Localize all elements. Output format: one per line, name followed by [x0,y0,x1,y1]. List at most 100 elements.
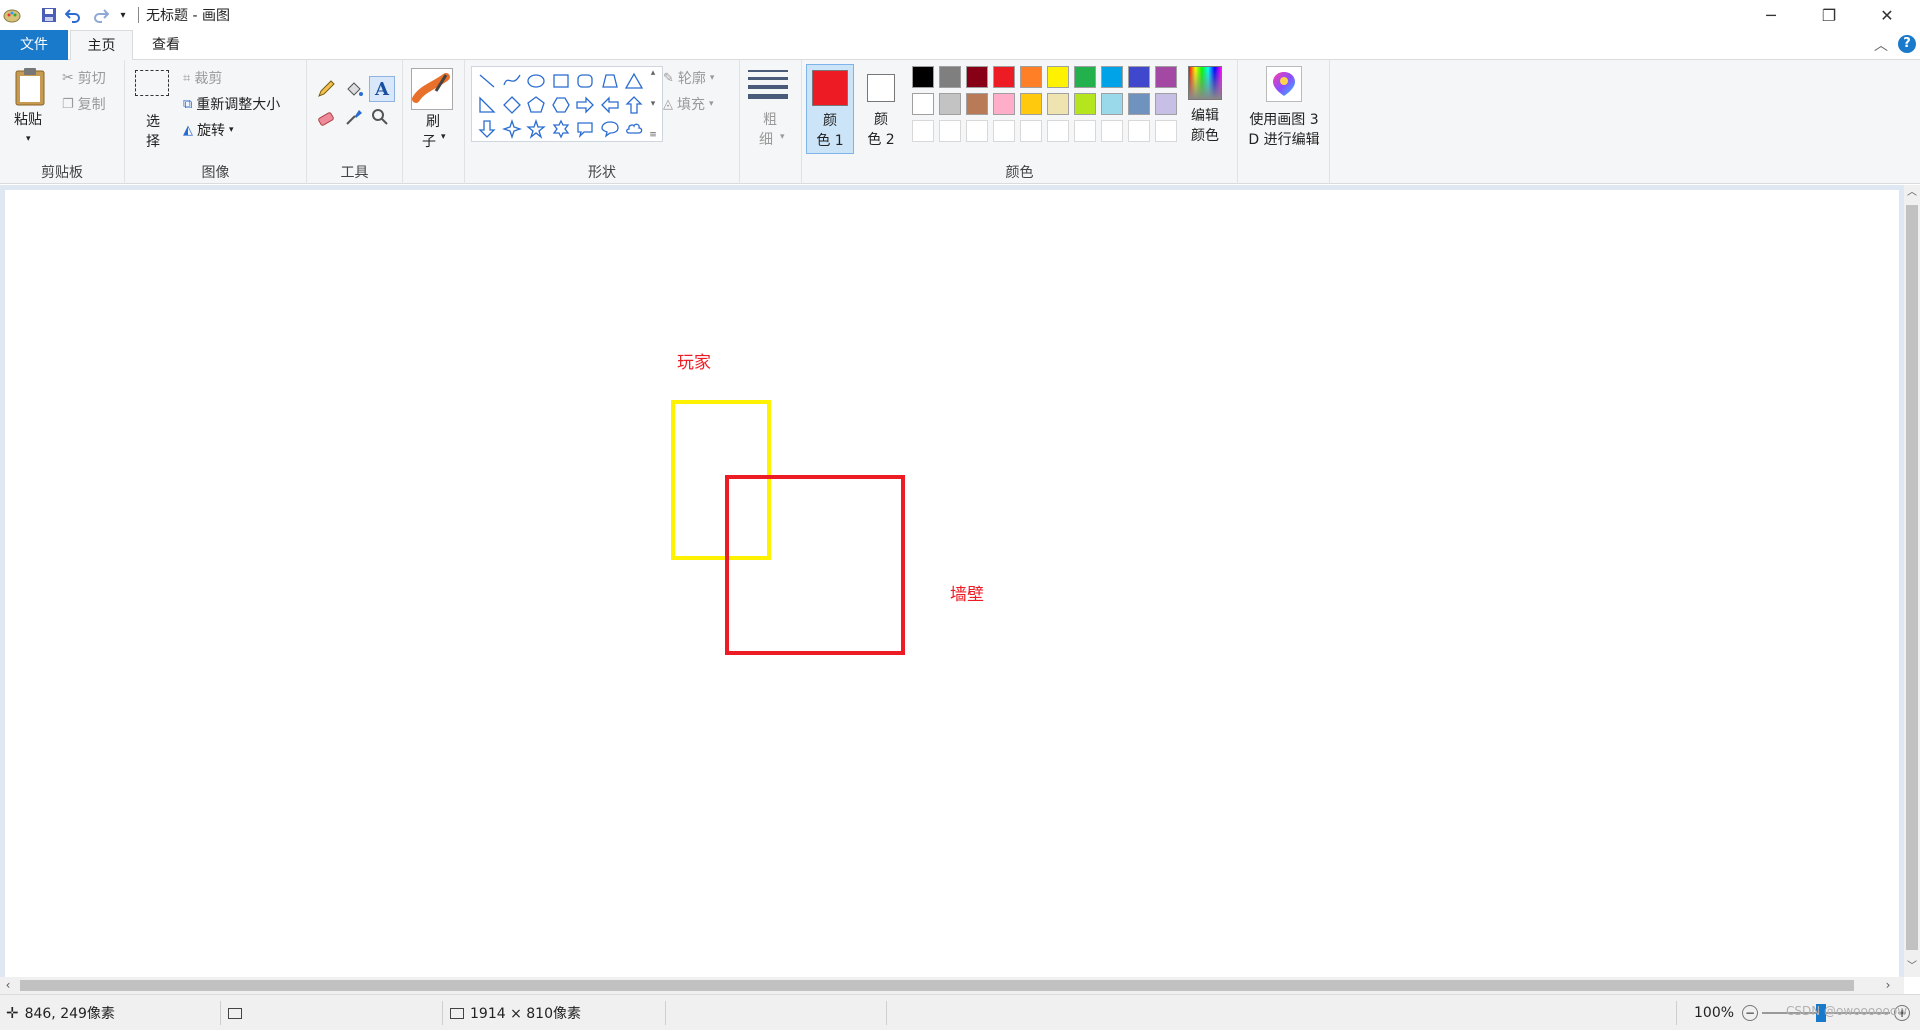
palette-color-swatch[interactable] [1074,66,1096,88]
rotate-button[interactable]: ◭ 旋转 ▾ [183,120,234,140]
triangle-shape-icon[interactable] [623,70,645,92]
palette-color-swatch[interactable] [1101,66,1123,88]
tab-home[interactable]: 主页 [70,30,133,61]
palette-color-swatch[interactable] [966,66,988,88]
tab-file[interactable]: 文件 [0,30,68,60]
palette-color-swatch[interactable] [1047,66,1069,88]
select-button[interactable]: 选 择 [133,70,173,160]
scroll-right-icon[interactable]: › [1880,977,1896,994]
right-triangle-shape-icon[interactable] [476,94,498,116]
copy-button[interactable]: ❐ 复制 [62,94,106,114]
palette-custom-slot[interactable] [912,120,934,142]
palette-custom-slot[interactable] [1074,120,1096,142]
oval-shape-icon[interactable] [525,70,547,92]
palette-color-swatch[interactable] [993,93,1015,115]
customize-toolbar-chevron-icon[interactable]: ▾ [116,5,130,25]
palette-color-swatch[interactable] [912,93,934,115]
scroll-left-icon[interactable]: ‹ [0,977,16,994]
horizontal-scrollbar[interactable]: ‹ › [0,977,1904,994]
horizontal-scroll-thumb[interactable] [20,980,1854,991]
palette-custom-slot[interactable] [993,120,1015,142]
up-arrow-shape-icon[interactable] [623,94,645,116]
magnifier-icon[interactable] [369,106,391,128]
palette-color-swatch[interactable] [939,66,961,88]
text-tool-icon[interactable]: A [369,76,395,102]
palette-color-swatch[interactable] [1128,93,1150,115]
curve-shape-icon[interactable] [501,70,523,92]
eraser-icon[interactable] [315,106,337,128]
rectangle-shape-icon[interactable] [550,70,572,92]
hexagon-shape-icon[interactable] [550,94,572,116]
paint3d-group[interactable]: 使用画图 3 D 进行编辑 [1238,60,1330,184]
save-icon[interactable] [38,5,60,25]
scroll-down-icon[interactable]: ﹀ [1904,959,1920,975]
palette-custom-slot[interactable] [939,120,961,142]
outline-button[interactable]: ✎ 轮廓 ▾ [663,68,714,88]
palette-color-swatch[interactable] [966,93,988,115]
color1-button[interactable]: 颜 色 1 [806,64,854,154]
undo-icon[interactable] [62,5,84,25]
gallery-down-icon[interactable]: ▾ [651,99,656,109]
six-point-star-shape-icon[interactable] [550,118,572,140]
tab-view[interactable]: 查看 [133,30,199,60]
gallery-up-icon[interactable]: ▴ [651,68,656,78]
palette-custom-slot[interactable] [1047,120,1069,142]
status-divider [442,1001,443,1025]
rounded-rectangle-shape-icon[interactable] [574,70,596,92]
fill-bucket-icon[interactable] [343,78,365,100]
palette-color-swatch[interactable] [1020,66,1042,88]
vertical-scrollbar[interactable]: ︿ ﹀ [1904,185,1920,977]
edit-colors-button[interactable]: 编辑 颜色 [1184,66,1228,156]
cut-button[interactable]: ✂ 剪切 [62,68,106,88]
pentagon-shape-icon[interactable] [525,94,547,116]
zoom-out-icon[interactable]: − [1742,1005,1758,1021]
color2-button[interactable]: 颜 色 2 [858,64,906,154]
palette-color-swatch[interactable] [1155,93,1177,115]
vertical-scroll-thumb[interactable] [1906,205,1918,950]
brushes-group[interactable]: 刷 子 ▾ [403,60,465,184]
crop-button[interactable]: ⌗ 裁剪 [183,68,222,88]
diamond-shape-icon[interactable] [501,94,523,116]
palette-custom-slot[interactable] [1128,120,1150,142]
line-shape-icon[interactable] [476,70,498,92]
five-point-star-shape-icon[interactable] [525,118,547,140]
paste-button[interactable]: 粘贴 ▾ [12,66,48,156]
palette-color-swatch[interactable] [939,93,961,115]
palette-color-swatch[interactable] [1020,93,1042,115]
palette-color-swatch[interactable] [1101,93,1123,115]
help-icon[interactable]: ? [1898,35,1916,53]
paint-app-icon[interactable] [2,5,22,25]
drawing-canvas[interactable]: 玩家 墙壁 [5,190,1899,977]
redo-icon[interactable] [90,5,112,25]
oval-callout-shape-icon[interactable] [599,118,621,140]
palette-custom-slot[interactable] [1101,120,1123,142]
minimize-button[interactable]: ─ [1742,0,1800,30]
palette-color-swatch[interactable] [993,66,1015,88]
palette-color-swatch[interactable] [1074,93,1096,115]
palette-color-swatch[interactable] [1155,66,1177,88]
gallery-more-icon[interactable]: ≡ [649,130,657,140]
maximize-button[interactable]: ❐ [1800,0,1858,30]
cloud-callout-shape-icon[interactable] [623,118,645,140]
color-picker-icon[interactable] [343,106,365,128]
palette-color-swatch[interactable] [912,66,934,88]
fill-button[interactable]: ◬ 填充 ▾ [663,94,714,114]
pencil-icon[interactable] [315,78,337,100]
palette-color-swatch[interactable] [1128,66,1150,88]
right-arrow-shape-icon[interactable] [574,94,596,116]
close-button[interactable]: ✕ [1858,0,1916,30]
palette-custom-slot[interactable] [966,120,988,142]
shapes-gallery-scroll[interactable]: ▴ ▾ ≡ [644,68,662,140]
down-arrow-shape-icon[interactable] [476,118,498,140]
polygon-shape-icon[interactable] [599,70,621,92]
left-arrow-shape-icon[interactable] [599,94,621,116]
palette-custom-slot[interactable] [1020,120,1042,142]
four-point-star-shape-icon[interactable] [501,118,523,140]
palette-color-swatch[interactable] [1047,93,1069,115]
collapse-ribbon-chevron-icon[interactable]: ︿ [1874,35,1888,55]
size-group[interactable]: 粗 细 ▾ [740,60,802,184]
scroll-up-icon[interactable]: ︿ [1904,185,1920,201]
rounded-callout-shape-icon[interactable] [574,118,596,140]
resize-button[interactable]: ⧉ 重新调整大小 [183,94,280,114]
palette-custom-slot[interactable] [1155,120,1177,142]
